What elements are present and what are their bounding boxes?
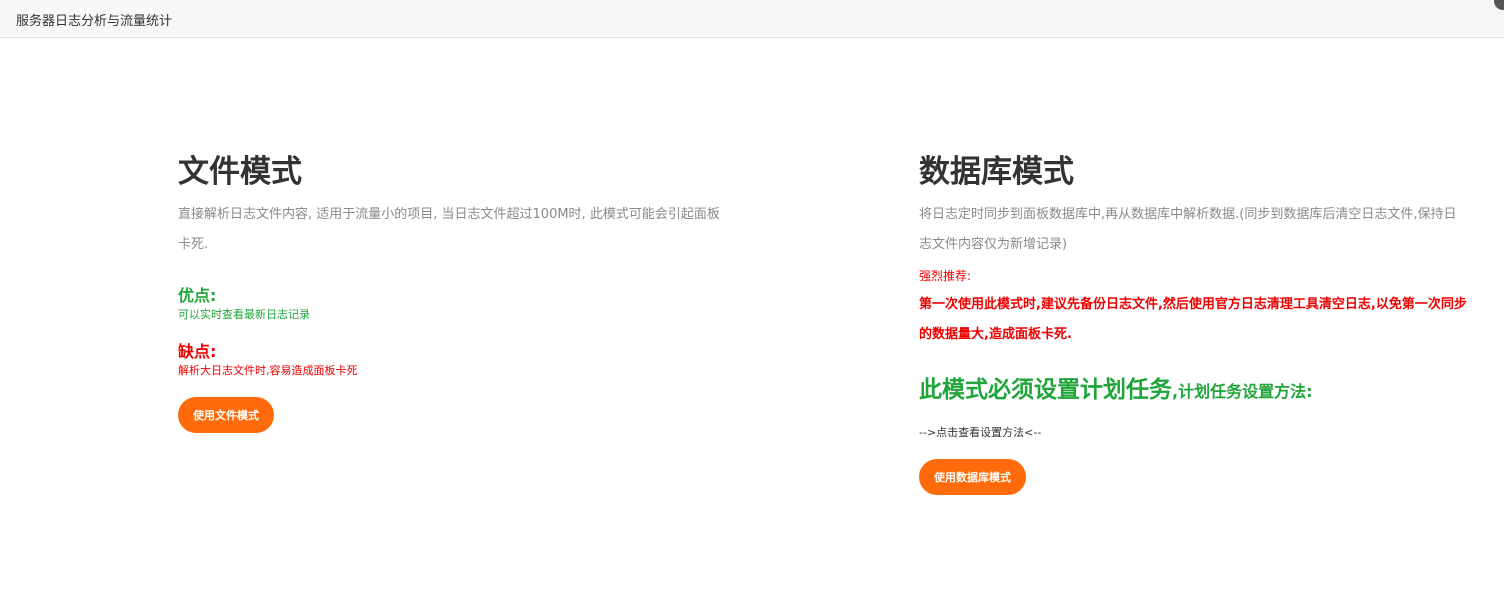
db-mode-cron-method: ,计划任务设置方法: [1172,382,1313,401]
window-titlebar: 服务器日志分析与流量统计 [0,0,1504,38]
close-icon[interactable] [1494,0,1504,10]
view-cron-setup-link[interactable]: -->点击查看设置方法<-- [919,424,1041,440]
file-mode-cons-text: 解析大日志文件时,容易造成面板卡死 [178,364,358,377]
db-mode-title: 数据库模式 [919,154,1074,190]
file-mode-title: 文件模式 [178,154,302,190]
use-file-mode-button[interactable]: 使用文件模式 [178,397,274,433]
file-mode-pros-title: 优点: [178,286,217,305]
db-mode-cron-required: 此模式必须设置计划任务 [919,377,1172,403]
db-mode-cron-notice: 此模式必须设置计划任务,计划任务设置方法: [919,370,1312,404]
use-db-mode-button[interactable]: 使用数据库模式 [919,459,1026,495]
db-mode-recommend-label: 强烈推荐: [919,269,972,283]
db-mode-recommend-text: 第一次使用此模式时,建议先备份日志文件,然后使用官方日志清理工具清空日志,以免第… [919,297,1467,342]
file-mode-description: 直接解析日志文件内容, 适用于流量小的项目, 当日志文件超过100M时, 此模式… [178,207,720,252]
window-title: 服务器日志分析与流量统计 [16,14,173,29]
db-mode-description: 将日志定时同步到面板数据库中,再从数据库中解析数据.(同步到数据库后清空日志文件… [919,207,1457,252]
file-mode-cons-title: 缺点: [178,342,217,361]
file-mode-pros-text: 可以实时查看最新日志记录 [178,308,310,321]
